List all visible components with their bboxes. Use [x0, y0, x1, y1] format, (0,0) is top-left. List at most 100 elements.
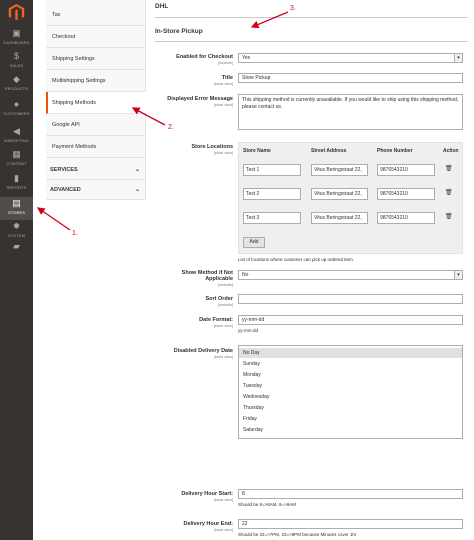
hour-end-label: Delivery Hour End: [store view] — [183, 521, 233, 532]
dollar-icon: $ — [13, 51, 19, 61]
store-locations-label: Store Locations [store view] — [191, 144, 233, 155]
option-tuesday[interactable]: Tuesday — [239, 381, 462, 391]
store-name-input[interactable]: Test 1 — [243, 164, 301, 176]
show-method-select[interactable]: No ▾ — [238, 270, 463, 280]
enabled-select[interactable]: Yes ▾ — [238, 53, 463, 63]
chevron-down-icon: ▾ — [454, 271, 462, 279]
title-label: Title [store view] — [213, 75, 233, 86]
sidebar-item-label: PRODUCTS — [4, 86, 29, 91]
config-group-services[interactable]: SERVICES ⌄ — [46, 160, 146, 180]
store-locations-table: Store Name Street Address Phone Number A… — [238, 142, 463, 254]
column-header: Action — [443, 148, 459, 154]
option-monday[interactable]: Monday — [239, 370, 462, 380]
gear-icon: ✹ — [12, 221, 21, 231]
phone-number-input[interactable]: 9876543210 — [377, 188, 435, 200]
date-format-input[interactable]: yy-mm-dd — [238, 315, 463, 325]
option-saturday[interactable]: Saturday — [239, 425, 462, 435]
chevron-down-icon: ⌄ — [134, 187, 140, 193]
config-nav-multishipping-settings[interactable]: Multishipping Settings — [46, 70, 146, 92]
hour-start-note: Should be 8=>8AM, 9=>9AM — [238, 502, 297, 507]
sidebar-item-products[interactable]: ◆ PRODUCTS — [0, 73, 33, 96]
street-address-input[interactable]: Vitus Beringstraat 22, — [311, 188, 368, 200]
cube-icon: ◆ — [13, 74, 20, 84]
layout-icon: ▦ — [12, 149, 21, 159]
sidebar-item-label: REPORTS — [6, 185, 27, 190]
config-group-advanced[interactable]: ADVANCED ⌄ — [46, 180, 146, 200]
disabled-delivery-multiselect[interactable]: No Day Sunday Monday Tuesday Wednesday T… — [238, 345, 463, 439]
sidebar-item-label: SALES — [9, 63, 24, 68]
store-name-input[interactable]: Test 3 — [243, 212, 301, 224]
extension-icon: ▰ — [13, 241, 20, 251]
street-address-input[interactable]: Vitus Beringstraat 22, — [311, 212, 368, 224]
sidebar-item-label: DASHBOARD — [3, 40, 30, 45]
error-message-textarea[interactable]: This shipping method is currently unavai… — [238, 94, 463, 130]
option-friday[interactable]: Friday — [239, 414, 462, 424]
sidebar-item-content[interactable]: ▦ CONTENT — [0, 148, 33, 171]
chevron-down-icon: ⌄ — [134, 167, 140, 173]
sidebar-item-label: SYSTEM — [7, 233, 26, 238]
dashboard-icon: ▣ — [12, 28, 21, 38]
section-in-store-pickup[interactable]: In-Store Pickup — [155, 28, 203, 35]
sidebar-item-label: MARKETING — [4, 138, 29, 143]
store-icon: ▤ — [12, 198, 21, 208]
annotation-label-3: 3. — [290, 5, 296, 12]
divider — [155, 41, 468, 42]
config-nav-shipping-settings[interactable]: Shipping Settings — [46, 48, 146, 70]
config-nav-tax[interactable]: Tax — [46, 4, 146, 26]
enabled-label: Enabled for Checkout [website] — [176, 54, 233, 65]
phone-number-input[interactable]: 9876543210 — [377, 212, 435, 224]
option-thursday[interactable]: Thursday — [239, 403, 462, 413]
sidebar-item-dashboard[interactable]: ▣ DASHBOARD — [0, 27, 33, 50]
section-dhl[interactable]: DHL — [155, 3, 168, 10]
hour-start-label: Delivery Hour Start: [store view] — [181, 491, 233, 502]
config-nav-payment-methods[interactable]: Payment Methods — [46, 136, 146, 158]
group-label: ADVANCED — [50, 187, 81, 193]
phone-number-input[interactable]: 9876543210 — [377, 164, 435, 176]
option-no-day[interactable]: No Day — [239, 348, 462, 358]
sidebar-item-marketing[interactable]: ◀ MARKETING — [0, 125, 33, 148]
config-nav-google-api[interactable]: Google API — [46, 114, 146, 136]
magento-logo-icon[interactable] — [8, 4, 25, 21]
trash-icon[interactable]: 🗑 — [445, 214, 453, 221]
store-name-input[interactable]: Test 2 — [243, 188, 301, 200]
sidebar-item-stores[interactable]: ▤ STORES — [0, 197, 33, 220]
hour-end-input[interactable]: 22 — [238, 519, 463, 529]
annotation-label-2: 2. — [168, 124, 174, 131]
trash-icon[interactable]: 🗑 — [445, 190, 453, 197]
store-locations-note: List of locations where customer can pic… — [238, 257, 355, 262]
bar-chart-icon: ▮ — [14, 173, 19, 183]
title-input[interactable]: Store Pickup — [238, 73, 463, 83]
hour-end-note: Should be 22=>7PM, 23=>8PM because Minut… — [238, 532, 357, 537]
divider — [155, 17, 468, 18]
error-message-label: Displayed Error Message [store view] — [167, 96, 233, 107]
option-sunday[interactable]: Sunday — [239, 359, 462, 369]
sidebar-item-reports[interactable]: ▮ REPORTS — [0, 172, 33, 195]
show-method-label: Show Method if Not Applicable [website] — [181, 270, 233, 287]
sidebar-item-sales[interactable]: $ SALES — [0, 50, 33, 73]
config-nav-checkout[interactable]: Checkout — [46, 26, 146, 48]
disabled-delivery-label: Disabled Delivery Date [store view] — [173, 348, 233, 359]
street-address-input[interactable]: Vitus Beringstraat 22, — [311, 164, 368, 176]
sidebar-item-extensions[interactable]: ▰ — [0, 240, 33, 263]
user-icon: ● — [13, 99, 20, 109]
group-label: SERVICES — [50, 167, 78, 173]
add-location-button[interactable]: Add — [243, 237, 265, 248]
sidebar-item-label: STORES — [8, 210, 25, 215]
column-header: Store Name — [243, 148, 271, 154]
config-navigation: Tax Checkout Shipping Settings Multiship… — [46, 0, 146, 200]
sidebar-item-label: CUSTOMERS — [3, 111, 30, 116]
column-header: Phone Number — [377, 148, 413, 154]
sort-order-label: Sort Order [website] — [205, 296, 233, 307]
chevron-down-icon: ▾ — [454, 54, 462, 62]
hour-start-input[interactable]: 8 — [238, 489, 463, 499]
sidebar-item-customers[interactable]: ● CUSTOMERS — [0, 98, 33, 121]
annotation-label-1: 1. — [72, 230, 78, 237]
date-format-label: Date Format: [store view] — [199, 317, 233, 328]
sidebar-item-label: CONTENT — [6, 161, 27, 166]
trash-icon[interactable]: 🗑 — [445, 166, 453, 173]
date-format-note: yy-mm-dd — [238, 328, 258, 333]
config-nav-shipping-methods[interactable]: Shipping Methods — [46, 92, 146, 114]
sort-order-input[interactable] — [238, 294, 463, 304]
option-wednesday[interactable]: Wednesday — [239, 392, 462, 402]
column-header: Street Address — [311, 148, 347, 154]
